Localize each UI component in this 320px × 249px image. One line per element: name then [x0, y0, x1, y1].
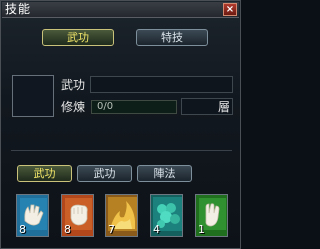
skill-name-field: [90, 76, 233, 93]
skill-label: 武功: [61, 78, 86, 92]
skill-name-value: [91, 82, 94, 95]
slot-count: 8: [64, 223, 71, 236]
section-divider: [11, 150, 232, 151]
skill-slot-2[interactable]: 8: [61, 194, 94, 237]
cultivation-progress-text: 0/0: [97, 101, 114, 112]
slot-count: 4: [153, 223, 160, 236]
tab-martial-arts[interactable]: 武功: [42, 29, 114, 46]
subtab-martial-arts-1[interactable]: 武功: [17, 165, 72, 182]
title-bar[interactable]: 技能 ×: [2, 2, 239, 18]
subtab-formations[interactable]: 陣法: [137, 165, 192, 182]
skill-slot-5[interactable]: 1: [195, 194, 228, 237]
window-title: 技能: [5, 2, 32, 16]
slot-count: 7: [108, 223, 115, 236]
slot-count: 1: [198, 223, 205, 236]
skill-slot-1[interactable]: 8: [16, 194, 49, 237]
slot-count: 8: [19, 223, 26, 236]
close-button[interactable]: ×: [223, 3, 237, 16]
tab-special-skills[interactable]: 特技: [136, 29, 208, 46]
skill-slot-4[interactable]: 4: [150, 194, 183, 237]
selected-skill-icon-slot[interactable]: [12, 75, 54, 117]
level-label: 層: [218, 100, 231, 114]
subtab-martial-arts-2[interactable]: 武功: [77, 165, 132, 182]
skill-slot-3[interactable]: 7: [105, 194, 138, 237]
cultivation-label: 修煉: [61, 100, 86, 114]
skills-window: 技能 × 武功 特技 武功 修煉 0/0 層 武功 武功 陣法 8 8 7 4 …: [0, 0, 241, 249]
